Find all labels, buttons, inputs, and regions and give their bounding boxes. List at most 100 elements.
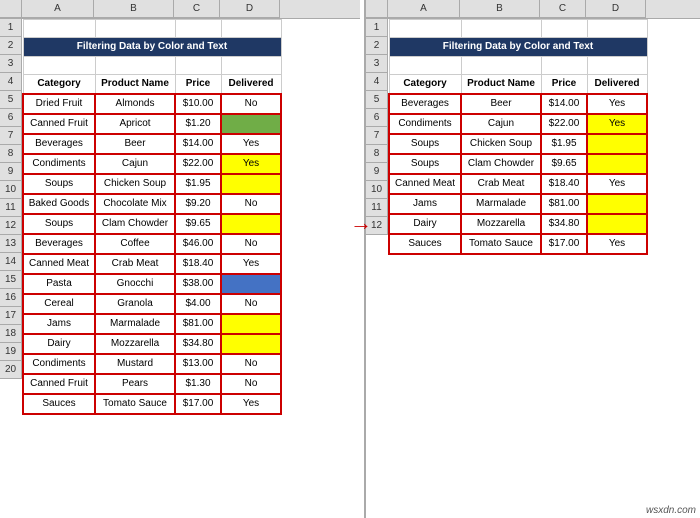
- cell-empty: [23, 20, 95, 38]
- header-row: Category Product Name Price Delivered: [23, 75, 281, 95]
- row-num-8: 8: [0, 145, 22, 163]
- cell-category: Condiments: [23, 354, 95, 374]
- table-row: Soups Chicken Soup $1.95: [389, 134, 647, 154]
- cell-category: Baked Goods: [23, 194, 95, 214]
- cell-product: Mozzarella: [95, 334, 175, 354]
- cell-product: Pears: [95, 374, 175, 394]
- cell-product: Mustard: [95, 354, 175, 374]
- right-row-num-4: 4: [366, 73, 388, 91]
- cell-price: $22.00: [541, 114, 587, 134]
- cell-price: $18.40: [175, 254, 221, 274]
- col-header-a: A: [22, 0, 94, 18]
- table-row: Canned Meat Crab Meat $18.40 Yes: [23, 254, 281, 274]
- cell-product: Cajun: [95, 154, 175, 174]
- col-header-category: Category: [23, 75, 95, 95]
- cell-empty: [461, 57, 541, 75]
- right-header-row: Category Product Name Price Delivered: [389, 75, 647, 95]
- table-row: [389, 20, 647, 38]
- cell-empty: [95, 20, 175, 38]
- cell-product: Chocolate Mix: [95, 194, 175, 214]
- cell-empty: [175, 57, 221, 75]
- cell-price: $81.00: [175, 314, 221, 334]
- row-num-15: 15: [0, 271, 22, 289]
- corner-cell: [0, 0, 22, 18]
- right-col-header-d: D: [586, 0, 646, 18]
- cell-price: $17.00: [175, 394, 221, 414]
- row-num-3: 3: [0, 55, 22, 73]
- cell-delivered: [587, 214, 647, 234]
- cell-product: Crab Meat: [461, 174, 541, 194]
- row-num-6: 6: [0, 109, 22, 127]
- table-row: Soups Clam Chowder $9.65: [389, 154, 647, 174]
- cell-price: $22.00: [175, 154, 221, 174]
- table-row: Baked Goods Chocolate Mix $9.20 No: [23, 194, 281, 214]
- right-row-num-3: 3: [366, 55, 388, 73]
- cell-delivered: Yes: [221, 394, 281, 414]
- cell-category: Dried Fruit: [23, 94, 95, 114]
- cell-price: $9.20: [175, 194, 221, 214]
- cell-category: Soups: [23, 174, 95, 194]
- col-header-b: B: [94, 0, 174, 18]
- filter-arrow: →: [350, 210, 372, 236]
- right-col-header-category: Category: [389, 75, 461, 95]
- col-header-c: C: [174, 0, 220, 18]
- row-num-7: 7: [0, 127, 22, 145]
- table-row: Canned Fruit Apricot $1.20: [23, 114, 281, 134]
- col-header-d: D: [220, 0, 280, 18]
- table-row: Condiments Mustard $13.00 No: [23, 354, 281, 374]
- row-num-17: 17: [0, 307, 22, 325]
- cell-price: $9.65: [541, 154, 587, 174]
- right-row-num-1: 1: [366, 19, 388, 37]
- row-num-20: 20: [0, 361, 22, 379]
- cell-product: Tomato Sauce: [461, 234, 541, 254]
- row-num-16: 16: [0, 289, 22, 307]
- cell-delivered: [221, 334, 281, 354]
- cell-category: Soups: [389, 154, 461, 174]
- cell-empty: [461, 20, 541, 38]
- title-row: Filtering Data by Color and Text: [23, 38, 281, 57]
- cell-category: Beverages: [23, 234, 95, 254]
- cell-product: Chicken Soup: [461, 134, 541, 154]
- right-row-num-9: 9: [366, 163, 388, 181]
- cell-delivered: [587, 134, 647, 154]
- row-num-4: 4: [0, 73, 22, 91]
- cell-price: $4.00: [175, 294, 221, 314]
- cell-price: $46.00: [175, 234, 221, 254]
- table-row: Dairy Mozzarella $34.80: [23, 334, 281, 354]
- cell-product: Apricot: [95, 114, 175, 134]
- cell-price: $1.20: [175, 114, 221, 134]
- cell-category: Jams: [389, 194, 461, 214]
- cell-delivered: Yes: [587, 174, 647, 194]
- cell-category: Sauces: [389, 234, 461, 254]
- cell-delivered: No: [221, 194, 281, 214]
- cell-delivered: Yes: [587, 234, 647, 254]
- cell-category: Soups: [23, 214, 95, 234]
- cell-price: $38.00: [175, 274, 221, 294]
- cell-product: Crab Meat: [95, 254, 175, 274]
- cell-category: Canned Fruit: [23, 114, 95, 134]
- col-header-product: Product Name: [95, 75, 175, 95]
- cell-category: Pasta: [23, 274, 95, 294]
- cell-product: Beer: [461, 94, 541, 114]
- cell-product: Beer: [95, 134, 175, 154]
- table-row: Soups Clam Chowder $9.65: [23, 214, 281, 234]
- cell-product: Cajun: [461, 114, 541, 134]
- right-row-num-8: 8: [366, 145, 388, 163]
- cell-empty: [587, 57, 647, 75]
- cell-product: Granola: [95, 294, 175, 314]
- cell-category: Beverages: [389, 94, 461, 114]
- left-grid: 1 2 3 4 5 6 7 8 9 10 11 12 13 14 15 16 1…: [0, 19, 360, 415]
- table-row: Cereal Granola $4.00 No: [23, 294, 281, 314]
- cell-delivered: [221, 114, 281, 134]
- row-num-9: 9: [0, 163, 22, 181]
- cell-delivered: Yes: [221, 154, 281, 174]
- cell-empty: [221, 20, 281, 38]
- left-col-headers: A B C D: [0, 0, 360, 19]
- cell-product: Clam Chowder: [95, 214, 175, 234]
- cell-category: Jams: [23, 314, 95, 334]
- table-row: Beverages Beer $14.00 Yes: [389, 94, 647, 114]
- right-row-num-7: 7: [366, 127, 388, 145]
- right-title: Filtering Data by Color and Text: [389, 38, 647, 57]
- right-row-num-6: 6: [366, 109, 388, 127]
- cell-product: Chicken Soup: [95, 174, 175, 194]
